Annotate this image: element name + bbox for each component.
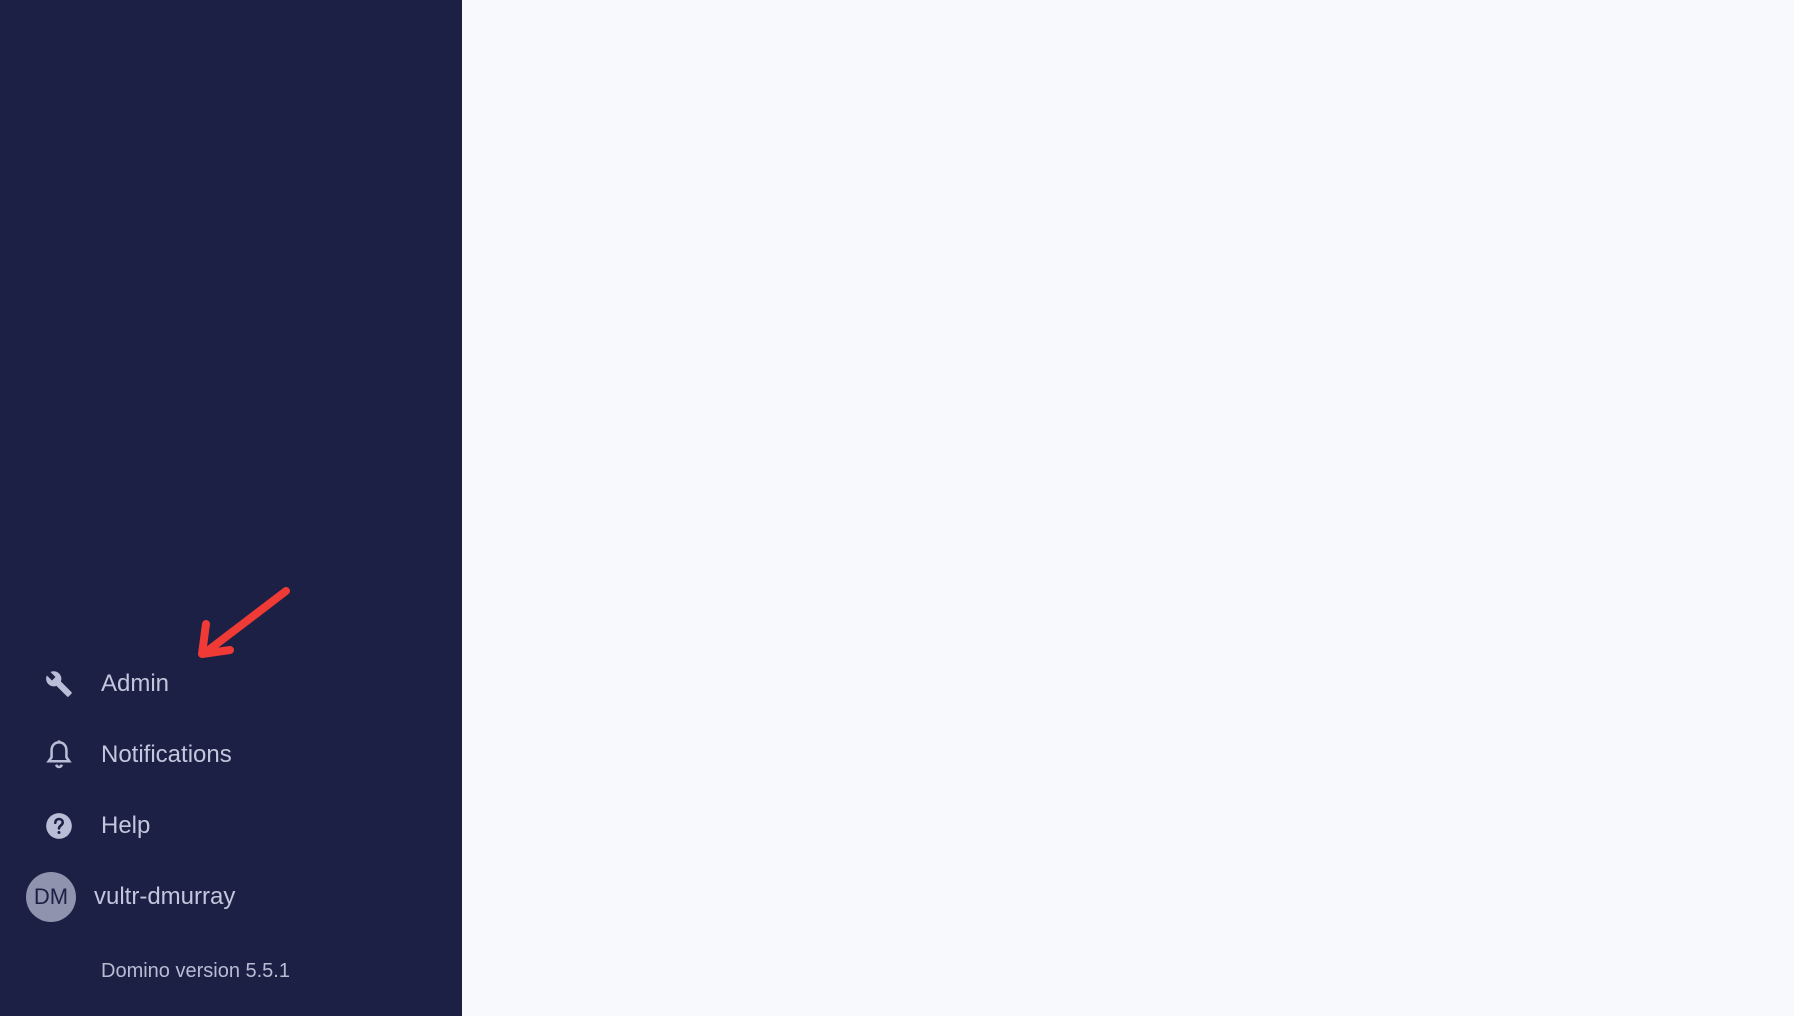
avatar: DM — [26, 872, 76, 922]
app-window: Admin Notifications Help DM vultr-dmurra… — [0, 0, 1794, 1016]
main-content — [462, 0, 1794, 1016]
sidebar-item-label: Help — [101, 812, 151, 839]
sidebar-item-notifications[interactable]: Notifications — [24, 727, 444, 783]
help-circle-icon — [24, 812, 94, 840]
version-text: Domino version 5.5.1 — [101, 960, 290, 982]
sidebar: Admin Notifications Help DM vultr-dmurra… — [0, 0, 462, 1016]
bell-icon — [24, 739, 94, 771]
user-name: vultr-dmurray — [94, 883, 236, 910]
sidebar-item-help[interactable]: Help — [24, 798, 444, 854]
red-arrow-icon — [190, 580, 296, 671]
wrench-icon — [24, 670, 94, 698]
sidebar-item-user[interactable]: DM vultr-dmurray — [24, 869, 444, 925]
sidebar-item-label: Admin — [101, 670, 170, 697]
sidebar-item-label: Notifications — [101, 741, 232, 768]
